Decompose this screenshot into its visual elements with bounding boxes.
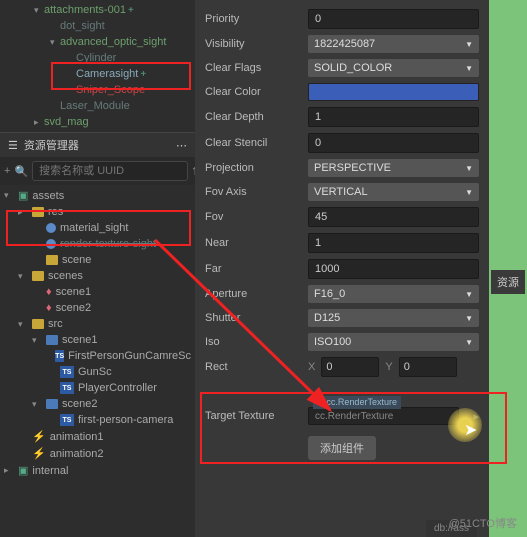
prop-row: Projection PERSPECTIVE▼ bbox=[199, 156, 485, 180]
panel-icon: ☰ bbox=[8, 139, 18, 152]
prop-input[interactable] bbox=[308, 233, 479, 253]
cursor-icon: ➤ bbox=[464, 420, 477, 440]
prop-row: RectXY bbox=[199, 354, 485, 380]
assets-panel-header: ☰ 资源管理器 ⋯ bbox=[0, 132, 195, 157]
prop-select[interactable]: PERSPECTIVE▼ bbox=[308, 159, 479, 177]
ext-tab[interactable]: 资源 bbox=[491, 270, 525, 294]
prop-label: Near bbox=[205, 237, 300, 249]
search-icon: 🔍 bbox=[14, 162, 28, 180]
prop-input[interactable] bbox=[308, 207, 479, 227]
asset-item[interactable]: ♦scene1 bbox=[0, 284, 195, 300]
asset-item[interactable]: ▾scene1 bbox=[0, 332, 195, 348]
prop-label: Far bbox=[205, 263, 300, 275]
asset-item[interactable]: ▾src bbox=[0, 316, 195, 332]
prop-label: Shutter bbox=[205, 312, 300, 324]
prop-row: Visibility 1822425087▼ bbox=[199, 32, 485, 56]
hierarchy-item[interactable]: ▸svd_mag bbox=[0, 114, 195, 130]
asset-item[interactable]: ▾scenes bbox=[0, 268, 195, 284]
asset-item[interactable]: ♦scene2 bbox=[0, 300, 195, 316]
asset-item[interactable]: TSPlayerController bbox=[0, 380, 195, 396]
prop-label: Clear Color bbox=[205, 86, 300, 98]
asset-item[interactable]: scene bbox=[0, 252, 195, 268]
prop-select[interactable]: VERTICAL▼ bbox=[308, 183, 479, 201]
asset-item[interactable]: TSfirst-person-camera bbox=[0, 412, 195, 428]
prop-select[interactable]: SOLID_COLOR▼ bbox=[308, 59, 479, 77]
asset-item[interactable]: ▸▣internal bbox=[0, 462, 195, 479]
prop-select[interactable]: 1822425087▼ bbox=[308, 35, 479, 53]
hierarchy-item[interactable]: Laser_Module bbox=[0, 98, 195, 114]
prop-row: Clear Stencil bbox=[199, 130, 485, 156]
prop-label: Clear Flags bbox=[205, 62, 300, 74]
prop-input[interactable] bbox=[308, 107, 479, 127]
prop-row: Iso ISO100▼ bbox=[199, 330, 485, 354]
prop-label: Fov bbox=[205, 211, 300, 223]
prop-row: Far bbox=[199, 256, 485, 282]
prop-row: Near bbox=[199, 230, 485, 256]
prop-label: Priority bbox=[205, 13, 300, 25]
prop-row: Shutter D125▼ bbox=[199, 306, 485, 330]
asset-item[interactable]: TSFirstPersonGunCamreSc bbox=[0, 348, 195, 364]
assets-search-row: + 🔍 ⇅ ▭ bbox=[0, 157, 195, 185]
add-icon[interactable]: + bbox=[4, 162, 10, 180]
asset-item[interactable]: ▾▣assets bbox=[0, 187, 195, 204]
panel-menu-icon[interactable]: ⋯ bbox=[176, 139, 187, 152]
search-input[interactable] bbox=[32, 161, 188, 181]
prop-select[interactable]: ISO100▼ bbox=[308, 333, 479, 351]
prop-select[interactable]: D125▼ bbox=[308, 309, 479, 327]
hierarchy-item[interactable]: ▾advanced_optic_sight bbox=[0, 34, 195, 50]
asset-item[interactable]: ⚡animation2 bbox=[0, 445, 195, 462]
rect-y[interactable] bbox=[399, 357, 457, 377]
prop-label: Clear Stencil bbox=[205, 137, 300, 149]
prop-label: Projection bbox=[205, 162, 300, 174]
prop-label: Aperture bbox=[205, 288, 300, 300]
prop-label: Visibility bbox=[205, 38, 300, 50]
prop-label: Rect bbox=[205, 361, 300, 373]
prop-row: Clear Color bbox=[199, 80, 485, 104]
asset-item[interactable]: TSGunSc bbox=[0, 364, 195, 380]
color-swatch[interactable] bbox=[308, 83, 479, 101]
prop-row: Clear Depth bbox=[199, 104, 485, 130]
prop-label: Fov Axis bbox=[205, 186, 300, 198]
prop-row: Fov Axis VERTICAL▼ bbox=[199, 180, 485, 204]
rect-x[interactable] bbox=[321, 357, 379, 377]
prop-row: Clear Flags SOLID_COLOR▼ bbox=[199, 56, 485, 80]
prop-input[interactable] bbox=[308, 9, 479, 29]
prop-input[interactable] bbox=[308, 133, 479, 153]
prop-input[interactable] bbox=[308, 259, 479, 279]
asset-item[interactable]: ⚡animation1 bbox=[0, 428, 195, 445]
prop-label: Iso bbox=[205, 336, 300, 348]
watermark: @51CTO博客 bbox=[449, 515, 517, 531]
prop-row: Priority bbox=[199, 6, 485, 32]
hierarchy-item[interactable]: dot_sight bbox=[0, 18, 195, 34]
assets-panel-title: 资源管理器 bbox=[24, 137, 79, 153]
asset-item[interactable]: ▾scene2 bbox=[0, 396, 195, 412]
prop-row: Aperture F16_0▼ bbox=[199, 282, 485, 306]
prop-label: Clear Depth bbox=[205, 111, 300, 123]
hierarchy-item[interactable]: ▾attachments-001+ bbox=[0, 2, 195, 18]
prop-select[interactable]: F16_0▼ bbox=[308, 285, 479, 303]
prop-row: Fov bbox=[199, 204, 485, 230]
